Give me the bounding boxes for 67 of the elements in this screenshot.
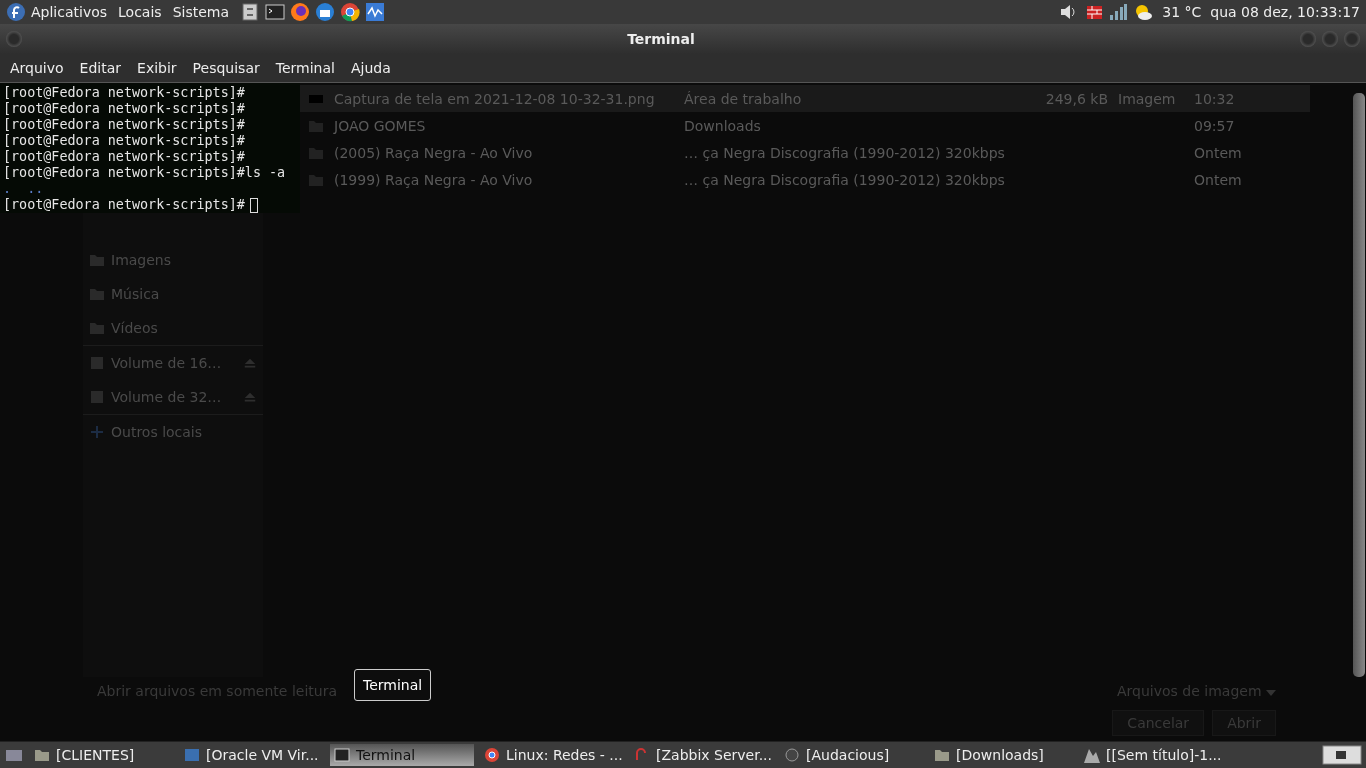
panel-menu[interactable]: Aplicativos [31,4,108,20]
file-modified: Ontem [1194,144,1243,161]
folder-icon [89,286,105,302]
terminal-line: [root@Fedora network-scripts]# [3,149,245,165]
file-location: … ça Negra Discografia (1990-2012) 320kbps [684,144,1006,161]
file-modified: 10:32 [1194,90,1236,107]
caret-icon [1266,690,1276,696]
file-location: Área de trabalho [684,90,803,107]
fedora-logo-icon[interactable] [6,2,26,22]
window-title: Terminal [626,31,696,47]
signal-bars-icon[interactable] [1108,2,1129,22]
workspace-icon[interactable] [1322,745,1362,765]
terminal-icon[interactable] [265,2,286,22]
terminal-icon [334,747,350,763]
taskbar-item[interactable]: [CLIENTES] [30,744,174,766]
panel-menu[interactable]: Sistema [172,4,230,20]
terminal-line: [root@Fedora network-scripts]# [3,85,245,101]
plus-icon [89,424,105,440]
drive-icon [89,389,105,405]
taskbar-item[interactable]: [Audacious] [780,744,924,766]
chrome-icon [484,747,500,763]
taskbar-item[interactable]: [Oracle VM Vir... [180,744,324,766]
tooltip: Terminal [354,669,432,701]
drive-icon [89,355,105,371]
chrome-icon[interactable] [340,2,361,22]
taskbar-item[interactable]: [Zabbix Server... [630,744,774,766]
file-name: (1999) Raça Negra - Ao Vivo [334,171,534,188]
disc-icon [784,747,800,763]
terminal-line: [root@Fedora network-scripts]# [3,117,245,133]
menu-item[interactable]: Editar [71,60,130,76]
file-cabinet-icon[interactable] [240,2,261,22]
terminal-line: [root@Fedora network-scripts]# [3,197,245,213]
terminal-cursor [249,197,258,213]
terminal-line: [root@Fedora network-scripts]#ls -a [3,165,286,181]
image-icon [1084,747,1100,763]
taskbar-item[interactable]: [Downloads] [930,744,1074,766]
folder-icon [934,747,950,763]
menu-item[interactable]: Exibir [129,60,185,76]
fox-globe-icon[interactable] [290,2,311,22]
file-name: Captura de tela em 2021-12-08 10-32-31.png [334,90,656,107]
terminal-line: [root@Fedora network-scripts]# [3,133,245,149]
file-modified: 09:57 [1194,117,1236,134]
menu-item[interactable]: Ajuda [342,60,399,76]
file-name: (2005) Raça Negra - Ao Vivo [334,144,534,161]
temperature[interactable]: 31 °C [1162,4,1202,20]
file-size: 249,6 kB [1045,90,1108,107]
file-name: JOAO GOMES [334,117,427,134]
taskbar-item[interactable]: [[Sem título]-1... [1080,744,1224,766]
folder-icon [34,747,50,763]
file-modified: Ontem [1194,171,1243,188]
folder-icon [89,320,105,336]
clock[interactable]: qua 08 dez, 10:33:17 [1210,4,1360,20]
taskbar-item[interactable]: Terminal [330,744,474,766]
sun-cloud-icon[interactable] [1133,2,1154,22]
panel-menu[interactable]: Locais [118,4,162,20]
menu-item[interactable]: Pesquisar [184,60,268,76]
file-location: … ça Negra Discografia (1990-2012) 320kbps [684,171,1006,188]
terminal-output: . .. [3,181,44,197]
terminal-line: [root@Fedora network-scripts]# [3,101,245,117]
menu-item[interactable]: Arquivo [2,60,72,76]
taskbar-item[interactable]: Linux: Redes - ... [480,744,624,766]
file-location: Downloads [684,117,762,134]
system-monitor-icon[interactable] [365,2,386,22]
scrollbar[interactable] [1353,93,1365,677]
menu-item[interactable]: Terminal [267,60,343,76]
file-type: Imagem [1118,90,1176,107]
folder-icon [89,252,105,268]
